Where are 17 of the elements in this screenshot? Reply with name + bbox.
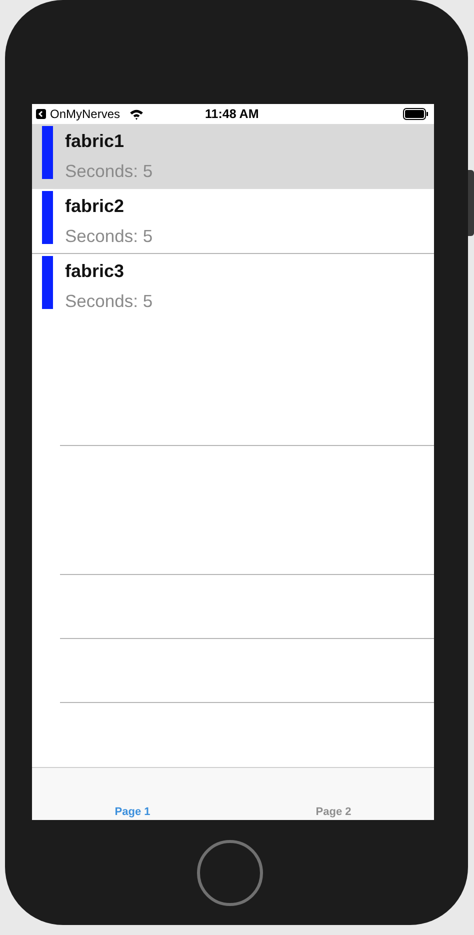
wifi-icon <box>129 108 144 120</box>
color-bar <box>42 256 53 309</box>
status-time: 11:48 AM <box>205 107 259 121</box>
back-icon[interactable] <box>36 109 46 119</box>
row-title: fabric3 <box>65 261 126 282</box>
home-button[interactable] <box>197 840 263 906</box>
row-subtitle: Seconds: 5 <box>65 226 153 247</box>
row-subtitle: Seconds: 5 <box>65 291 153 312</box>
list-row[interactable]: fabric2 Seconds: 5 <box>32 189 434 254</box>
list-row[interactable]: fabric1 Seconds: 5 <box>32 124 434 189</box>
row-title: fabric1 <box>65 131 126 152</box>
color-bar <box>42 191 53 244</box>
row-subtitle: Seconds: 5 <box>65 161 153 182</box>
battery-icon <box>403 108 429 120</box>
color-bar <box>42 126 53 179</box>
back-app-label[interactable]: OnMyNerves <box>50 107 120 121</box>
row-title: fabric2 <box>65 196 126 217</box>
